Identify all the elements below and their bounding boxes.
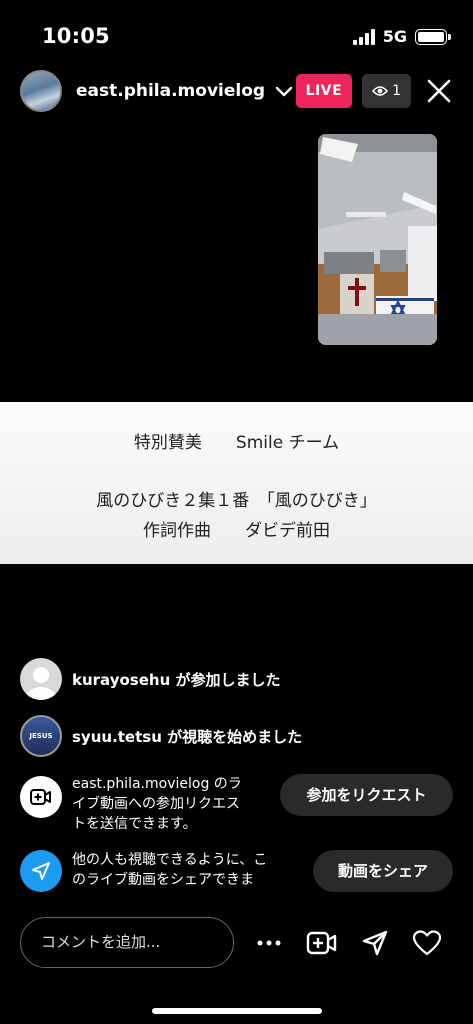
video-add-icon bbox=[20, 776, 62, 818]
comment-input[interactable]: コメントを追加... bbox=[20, 917, 234, 968]
request-join-button[interactable]: 参加をリクエスト bbox=[280, 774, 453, 816]
live-badge: LIVE bbox=[295, 74, 353, 108]
banner-line-3: 作詞作曲 ダビデ前田 bbox=[143, 521, 330, 541]
home-indicator[interactable] bbox=[152, 1008, 322, 1014]
share-video-button[interactable]: 動画をシェア bbox=[313, 850, 453, 892]
activity-item: JESUS syuu.tetsu が視聴を始めました bbox=[20, 715, 302, 757]
add-guest-video-icon[interactable] bbox=[305, 928, 339, 958]
pip-video[interactable] bbox=[318, 134, 437, 345]
default-avatar-icon[interactable] bbox=[20, 658, 62, 700]
join-line: east.phila.movielog のラ bbox=[72, 776, 242, 792]
share-prompt: 他の人も視聴できるように、こ のライブ動画をシェアできま bbox=[20, 850, 267, 892]
join-line: トを送信できます。 bbox=[72, 816, 197, 832]
avatar-label: JESUS bbox=[29, 732, 53, 740]
join-line: イブ動画への参加リクエス bbox=[72, 796, 240, 812]
banner-line-2: 風のひびき２集１番 「風のひびき」 bbox=[96, 491, 377, 511]
join-request-prompt: east.phila.movielog のラ イブ動画への参加リクエス トを送信… bbox=[20, 774, 242, 834]
chevron-down-icon[interactable] bbox=[273, 80, 295, 102]
join-request-text: east.phila.movielog のラ イブ動画への参加リクエス トを送信… bbox=[72, 774, 242, 834]
live-header: east.phila.movielog LIVE 1 bbox=[20, 70, 453, 112]
room-video-frame bbox=[318, 134, 437, 345]
status-icons: 5G bbox=[352, 27, 451, 46]
user-avatar[interactable]: JESUS bbox=[20, 715, 62, 757]
share-line: のライブ動画をシェアできま bbox=[72, 872, 254, 888]
viewer-count-badge[interactable]: 1 bbox=[362, 74, 411, 108]
host-username[interactable]: east.phila.movielog bbox=[76, 81, 265, 101]
share-text: 他の人も視聴できるように、こ のライブ動画をシェアできま bbox=[72, 850, 267, 890]
close-icon[interactable] bbox=[425, 77, 453, 105]
activity-text: syuu.tetsu が視聴を始めました bbox=[72, 727, 303, 746]
eye-icon bbox=[372, 86, 389, 96]
heart-icon[interactable] bbox=[412, 928, 442, 958]
host-avatar[interactable] bbox=[20, 70, 62, 112]
viewer-count: 1 bbox=[392, 83, 401, 99]
battery-icon bbox=[415, 28, 451, 45]
status-time: 10:05 bbox=[42, 24, 110, 48]
share-send-icon[interactable] bbox=[360, 928, 390, 958]
signal-icon bbox=[352, 28, 375, 45]
caption-banner: 特別賛美 Smile チーム 風のひびき２集１番 「風のひびき」 作詞作曲 ダビ… bbox=[0, 402, 473, 564]
send-icon bbox=[20, 850, 62, 892]
activity-text: kurayosehu が参加しました bbox=[72, 670, 281, 689]
banner-line-1: 特別賛美 Smile チーム bbox=[133, 433, 340, 453]
network-type: 5G bbox=[382, 27, 407, 46]
share-line: 他の人も視聴できるように、こ bbox=[72, 852, 268, 868]
more-options-icon[interactable] bbox=[254, 928, 284, 958]
activity-item: kurayosehu が参加しました bbox=[20, 658, 280, 700]
